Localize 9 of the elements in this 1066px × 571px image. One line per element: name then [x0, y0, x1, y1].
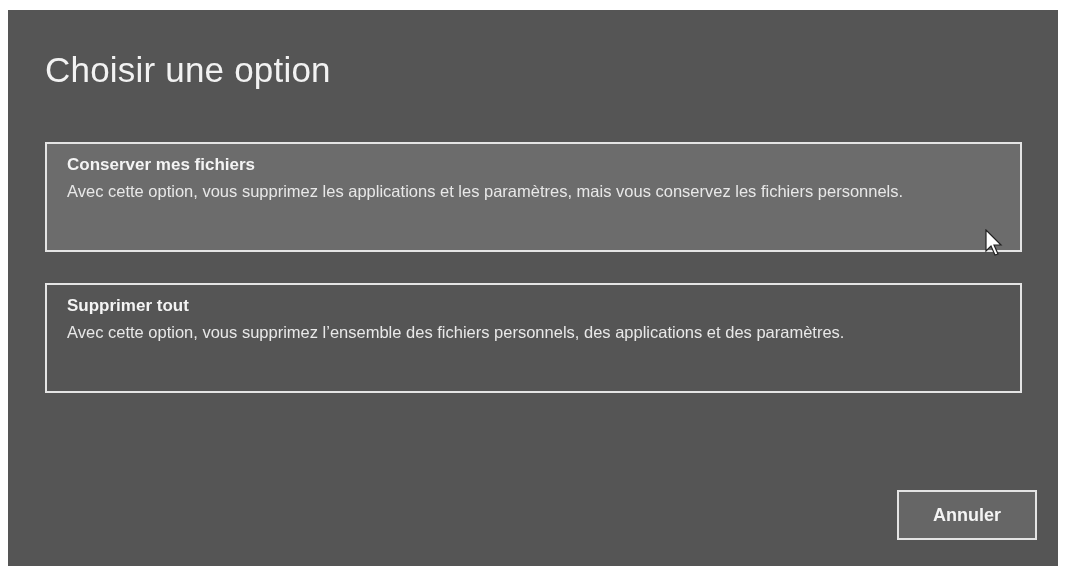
- option-card[interactable]: Conserver mes fichiers Avec cette option, vous supprimez les applications et les paramètres, mais vous conservez les fichiers personnels.: [45, 142, 1022, 252]
- option-description: Avec cette option, vous supprimez les applications et les paramètres, mais vous conservez les fichiers personnels.: [67, 181, 905, 202]
- option-card[interactable]: Supprimer tout Avec cette option, vous supprimez l’ensemble des fichiers personnels, des applications et des paramètres.: [45, 283, 1022, 393]
- page-title: Choisir une option: [45, 50, 332, 90]
- option-heading: Supprimer tout: [67, 296, 190, 316]
- option-heading: Conserver mes fichiers: [67, 155, 257, 175]
- option-description: Avec cette option, vous supprimez l’ensemble des fichiers personnels, des applications et des paramètres.: [67, 322, 846, 343]
- cancel-button[interactable]: Annuler: [897, 490, 1037, 540]
- mouse-pointer-icon: [985, 229, 1003, 257]
